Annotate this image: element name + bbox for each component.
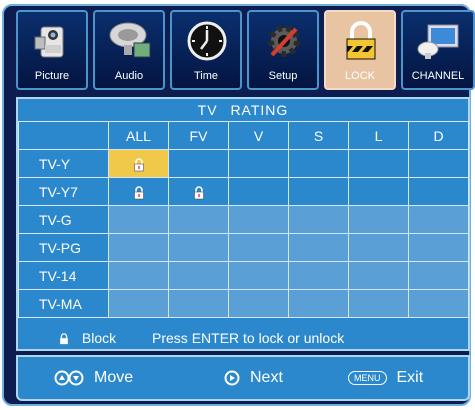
move-label: Move [94,369,134,386]
rating-cell-tv-ma-all[interactable] [108,289,169,318]
rating-cell-tv-pg-all[interactable] [108,233,169,262]
rating-row: TV-G [18,205,469,234]
grid-title: TV RATING [197,102,289,118]
rating-cell-tv-pg-s[interactable] [288,233,349,262]
rating-cell-tv-pg-fv[interactable] [168,233,229,262]
tab-setup[interactable]: Setup [247,10,319,90]
block-label: Block [81,330,117,346]
lock-icon [192,183,206,199]
column-header: D [408,121,469,150]
menu-key-icon: MENU [348,371,387,385]
row-label: TV-PG [18,233,109,262]
rating-cell-tv-pg-l[interactable] [348,233,409,262]
padlock-icon [334,18,388,64]
row-label: TV-Y7 [18,177,109,206]
rating-cell-tv-g-s[interactable] [288,205,349,234]
rating-cell-tv-g-all[interactable] [108,205,169,234]
rating-cell-tv-y7-v[interactable] [228,177,289,206]
rating-cell-tv-g-fv[interactable] [168,205,229,234]
lock-legend-icon [58,330,74,346]
tab-label: Picture [34,70,70,82]
row-label: TV-MA [18,289,109,318]
audio-icon [103,18,157,64]
rating-cell-tv-y7-fv[interactable] [168,177,229,206]
rating-cell-tv-y-d[interactable] [408,149,469,178]
rating-row: TV-PG [18,233,469,262]
rating-cell-tv-14-fv[interactable] [168,261,229,290]
rating-cell-tv-y-s[interactable] [288,149,349,178]
rating-cell-tv-g-l[interactable] [348,205,409,234]
menu-tabs: Picture Audio Time Setup LOCK CHANNEL [16,10,475,92]
rating-cell-tv-g-d[interactable] [408,205,469,234]
up-down-icon [54,370,84,386]
row-label: TV-G [18,205,109,234]
rating-cell-tv-ma-l[interactable] [348,289,409,318]
tab-picture[interactable]: Picture [16,10,88,90]
satellite-dish-icon [411,18,465,64]
next-label: Next [250,369,283,386]
footer-exit: MENU Exit [348,357,423,399]
camera-icon [26,18,80,64]
column-header: S [288,121,349,150]
footer-bar: Move Next MENU Exit [16,355,470,401]
rating-cell-tv-ma-v[interactable] [228,289,289,318]
tab-label: LOCK [345,70,375,82]
exit-label: Exit [396,369,424,386]
grid-corner [18,121,109,150]
tab-time[interactable]: Time [170,10,242,90]
tab-label: Time [193,70,219,82]
rating-row: TV-14 [18,261,469,290]
footer-move: Move [54,357,133,399]
tab-label: Audio [114,70,144,82]
rating-cell-tv-14-all[interactable] [108,261,169,290]
rating-cell-tv-y-v[interactable] [228,149,289,178]
rating-cell-tv-14-v[interactable] [228,261,289,290]
rating-row: TV-MA [18,289,469,318]
tab-label: Setup [268,70,298,82]
rating-cell-tv-g-v[interactable] [228,205,289,234]
footer-next: Next [224,357,283,399]
tab-audio[interactable]: Audio [93,10,165,90]
column-header: L [348,121,409,150]
column-header: FV [168,121,229,150]
tv-rating-panel: TV RATING ALL FV V S L D TV-Y TV-Y7 TV-G TV-PG TV-… [16,97,470,351]
column-header: ALL [108,121,169,150]
clock-icon [180,18,234,64]
rating-row: TV-Y [18,149,469,178]
gear-wrench-icon [257,18,311,64]
lock-icon [132,183,146,199]
rating-cell-tv-y7-all[interactable] [108,177,169,206]
rating-cell-tv-y7-d[interactable] [408,177,469,206]
lock-icon [132,155,146,171]
rating-cell-tv-y-l[interactable] [348,149,409,178]
tab-label: CHANNEL [411,70,465,82]
rating-grid: ALL FV V S L D TV-Y TV-Y7 TV-G TV-PG TV-14 TV-MA [18,121,469,318]
rating-cell-tv-y-fv[interactable] [168,149,229,178]
lock-hint: Press ENTER to lock or unlock [152,330,345,346]
row-label: TV-14 [18,261,109,290]
rating-cell-tv-y7-l[interactable] [348,177,409,206]
row-label: TV-Y [18,149,109,178]
rating-row: TV-Y7 [18,177,469,206]
right-arrow-icon [224,370,240,386]
menu-key-label: MENU [348,371,387,385]
rating-cell-tv-ma-d[interactable] [408,289,469,318]
rating-cell-tv-y-all[interactable] [108,149,169,178]
rating-cell-tv-14-s[interactable] [288,261,349,290]
rating-cell-tv-14-d[interactable] [408,261,469,290]
rating-cell-tv-14-l[interactable] [348,261,409,290]
tab-lock[interactable]: LOCK [324,10,396,90]
tab-channel[interactable]: CHANNEL [401,10,475,90]
rating-cell-tv-ma-s[interactable] [288,289,349,318]
rating-cell-tv-ma-fv[interactable] [168,289,229,318]
rating-cell-tv-y7-s[interactable] [288,177,349,206]
rating-cell-tv-pg-v[interactable] [228,233,289,262]
legend: Block Press ENTER to lock or unlock [18,327,468,349]
column-header: V [228,121,289,150]
rating-cell-tv-pg-d[interactable] [408,233,469,262]
